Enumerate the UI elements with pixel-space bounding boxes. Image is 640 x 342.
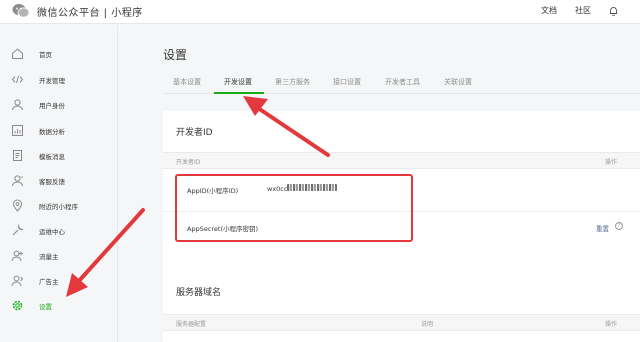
column-description: 说明 (421, 321, 434, 328)
help-icon[interactable]: ? (615, 222, 623, 230)
sidebar: 首页 开发管理 用户身份 数据分析 模板消息 客服反馈 附近的小程序 运维中心 … (0, 25, 118, 342)
wechat-logo-icon (12, 4, 30, 18)
reset-secret-link[interactable]: 重置 (596, 223, 609, 233)
column-action: 操作 (605, 321, 618, 328)
highlight-box (175, 174, 413, 242)
tab-dev-tools[interactable]: 开发者工具 (385, 77, 420, 87)
server-domain-title: 服务器域名 (176, 288, 222, 298)
sidebar-item-label: 模板消息 (39, 153, 65, 161)
sidebar-item-nearby-miniprograms[interactable]: 附近的小程序 (0, 195, 118, 217)
brand-title: 微信公众平台 | 小程序 (37, 7, 143, 19)
sidebar-item-label: 流量主 (39, 253, 59, 261)
community-link[interactable]: 社区 (575, 5, 591, 16)
server-domain-card: 服务器域名 服务器配置 说明 操作 (163, 266, 640, 342)
code-icon (11, 75, 24, 84)
gear-icon (12, 300, 23, 311)
logo[interactable]: 微信公众平台 | 小程序 (12, 3, 143, 19)
tab-third-party[interactable]: 第三方服务 (275, 77, 310, 87)
sidebar-item-label: 客服反馈 (39, 178, 65, 186)
chart-icon (12, 125, 23, 136)
tab-dev-settings[interactable]: 开发设置 (224, 77, 252, 87)
sidebar-item-label: 运维中心 (39, 228, 65, 236)
sidebar-item-ops-center[interactable]: 运维中心 (0, 220, 118, 242)
sidebar-item-label: 广告主 (39, 278, 59, 286)
bell-icon[interactable] (609, 6, 618, 16)
column-action: 操作 (605, 159, 618, 166)
sidebar-item-dev-management[interactable]: 开发管理 (0, 69, 118, 91)
sidebar-item-user-identity[interactable]: 用户身份 (0, 94, 118, 116)
sidebar-item-analytics[interactable]: 数据分析 (0, 120, 118, 142)
sidebar-item-label: 设置 (39, 303, 52, 311)
sidebar-item-label: 首页 (39, 51, 52, 59)
column-developer-id: 开发者ID (176, 159, 201, 166)
sidebar-item-advertiser[interactable]: 广告主 (0, 270, 118, 292)
location-icon (12, 199, 23, 212)
page-title: 设置 (163, 48, 188, 62)
sidebar-item-label: 用户身份 (39, 102, 65, 110)
top-bar: 微信公众平台 | 小程序 文档 社区 (0, 0, 640, 24)
column-server-config: 服务器配置 (176, 321, 207, 328)
table-header: 开发者ID 操作 (163, 152, 640, 169)
document-icon (13, 150, 22, 161)
sidebar-item-label: 数据分析 (39, 128, 65, 136)
sidebar-item-template-messages[interactable]: 模板消息 (0, 145, 118, 167)
top-links: 文档 社区 (523, 5, 618, 16)
sidebar-item-label: 开发管理 (39, 77, 65, 85)
advertiser-icon (11, 275, 24, 287)
tab-api-settings[interactable]: 接口设置 (333, 77, 361, 87)
user-icon (12, 99, 23, 111)
sidebar-item-customer-service[interactable]: 客服反馈 (0, 170, 118, 192)
table-header: 服务器配置 说明 操作 (163, 314, 640, 331)
active-tab-indicator (214, 92, 264, 94)
sidebar-item-settings[interactable]: 设置 (0, 295, 118, 317)
home-icon (12, 48, 23, 59)
settings-tabs: 基本设置 开发设置 第三方服务 接口设置 开发者工具 关联设置 (163, 72, 640, 94)
wrench-icon (12, 224, 24, 236)
tab-related-settings[interactable]: 关联设置 (444, 77, 472, 87)
sidebar-item-label: 附近的小程序 (39, 203, 78, 211)
sidebar-item-home[interactable]: 首页 (0, 43, 118, 65)
support-icon (12, 175, 23, 187)
sidebar-item-traffic-owner[interactable]: 流量主 (0, 245, 118, 267)
docs-link[interactable]: 文档 (541, 5, 557, 16)
tab-basic-settings[interactable]: 基本设置 (173, 77, 201, 87)
developer-id-title: 开发者ID (176, 128, 213, 138)
traffic-icon (11, 250, 23, 262)
